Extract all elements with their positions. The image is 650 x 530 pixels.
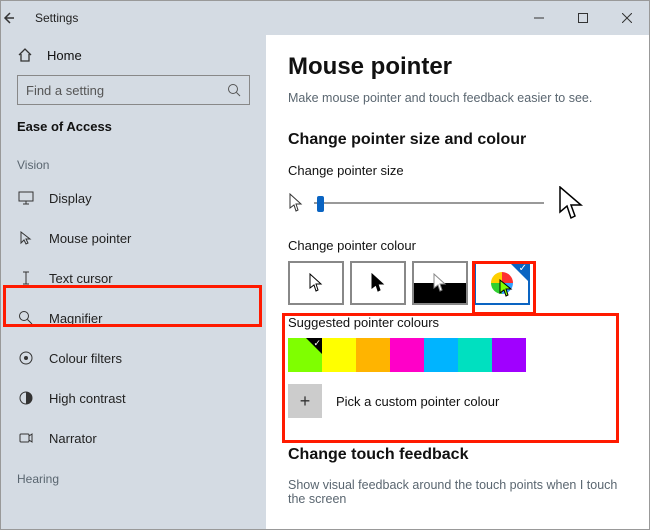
- heading-touch-feedback: Change touch feedback: [288, 446, 627, 464]
- group-hearing: Hearing: [1, 458, 266, 492]
- home-icon: [17, 47, 33, 63]
- content-pane: Mouse pointer Make mouse pointer and tou…: [266, 35, 649, 529]
- plus-icon[interactable]: +: [288, 384, 322, 418]
- nav-magnifier[interactable]: Magnifier: [1, 298, 266, 338]
- search-placeholder: Find a setting: [26, 83, 227, 98]
- heading-size-colour: Change pointer size and colour: [288, 131, 627, 149]
- narrator-icon: [17, 430, 35, 446]
- window-controls: [517, 1, 649, 35]
- colour-option-black[interactable]: [350, 261, 406, 305]
- custom-colour-label: Pick a custom pointer colour: [336, 394, 499, 409]
- colour-swatch[interactable]: [492, 338, 526, 372]
- display-icon: [17, 190, 35, 206]
- suggested-colour-swatches: [288, 338, 627, 372]
- label-suggested-colours: Suggested pointer colours: [288, 315, 627, 330]
- nav-colour-filters[interactable]: Colour filters: [1, 338, 266, 378]
- magnifier-icon: [17, 310, 35, 326]
- nav-text-cursor[interactable]: Text cursor: [1, 258, 266, 298]
- colour-swatch[interactable]: [424, 338, 458, 372]
- settings-window: Settings Home Find a setting Ease of Acc…: [0, 0, 650, 530]
- page-subtitle: Make mouse pointer and touch feedback ea…: [288, 91, 627, 105]
- high-contrast-icon: [17, 390, 35, 406]
- nav-label: Magnifier: [49, 311, 102, 326]
- pointer-size-slider[interactable]: [314, 193, 544, 213]
- home-label: Home: [47, 48, 82, 63]
- nav-label: Mouse pointer: [49, 231, 131, 246]
- nav-label: High contrast: [49, 391, 126, 406]
- cursor-icon: [17, 230, 35, 246]
- colour-option-inverted[interactable]: [412, 261, 468, 305]
- nav-high-contrast[interactable]: High contrast: [1, 378, 266, 418]
- nav-label: Narrator: [49, 431, 97, 446]
- home-nav[interactable]: Home: [1, 37, 266, 73]
- nav-label: Text cursor: [49, 271, 113, 286]
- slider-thumb[interactable]: [317, 196, 324, 212]
- section-header: Ease of Access: [1, 115, 266, 144]
- minimize-button[interactable]: [517, 1, 561, 35]
- cursor-small-icon: [288, 193, 306, 213]
- custom-colour-row[interactable]: + Pick a custom pointer colour: [288, 384, 627, 418]
- touch-feedback-sub: Show visual feedback around the touch po…: [288, 478, 627, 506]
- nav-label: Colour filters: [49, 351, 122, 366]
- check-icon: [510, 263, 528, 281]
- label-pointer-size: Change pointer size: [288, 163, 627, 178]
- search-input[interactable]: Find a setting: [17, 75, 250, 105]
- group-vision: Vision: [1, 144, 266, 178]
- titlebar: Settings: [1, 1, 649, 35]
- highlight-annotation: [282, 313, 619, 443]
- back-button[interactable]: [1, 11, 35, 25]
- nav-label: Display: [49, 191, 92, 206]
- colour-option-custom[interactable]: [474, 261, 530, 305]
- colour-swatch[interactable]: [322, 338, 356, 372]
- maximize-button[interactable]: [561, 1, 605, 35]
- colour-swatch[interactable]: [356, 338, 390, 372]
- colour-swatch[interactable]: [458, 338, 492, 372]
- search-icon: [227, 83, 241, 97]
- nav-narrator[interactable]: Narrator: [1, 418, 266, 458]
- page-title: Mouse pointer: [288, 53, 627, 81]
- check-icon: [306, 338, 322, 354]
- colour-swatch[interactable]: [288, 338, 322, 372]
- window-title: Settings: [35, 11, 517, 25]
- label-pointer-colour: Change pointer colour: [288, 238, 627, 253]
- colour-filters-icon: [17, 350, 35, 366]
- colour-option-white[interactable]: [288, 261, 344, 305]
- pointer-colour-options: [288, 261, 627, 305]
- text-cursor-icon: [17, 270, 35, 286]
- sidebar: Home Find a setting Ease of Access Visio…: [1, 35, 266, 529]
- colour-swatch[interactable]: [390, 338, 424, 372]
- nav-mouse-pointer[interactable]: Mouse pointer: [1, 218, 266, 258]
- nav-display[interactable]: Display: [1, 178, 266, 218]
- close-button[interactable]: [605, 1, 649, 35]
- pointer-size-row: [288, 186, 627, 220]
- cursor-large-icon: [558, 186, 584, 220]
